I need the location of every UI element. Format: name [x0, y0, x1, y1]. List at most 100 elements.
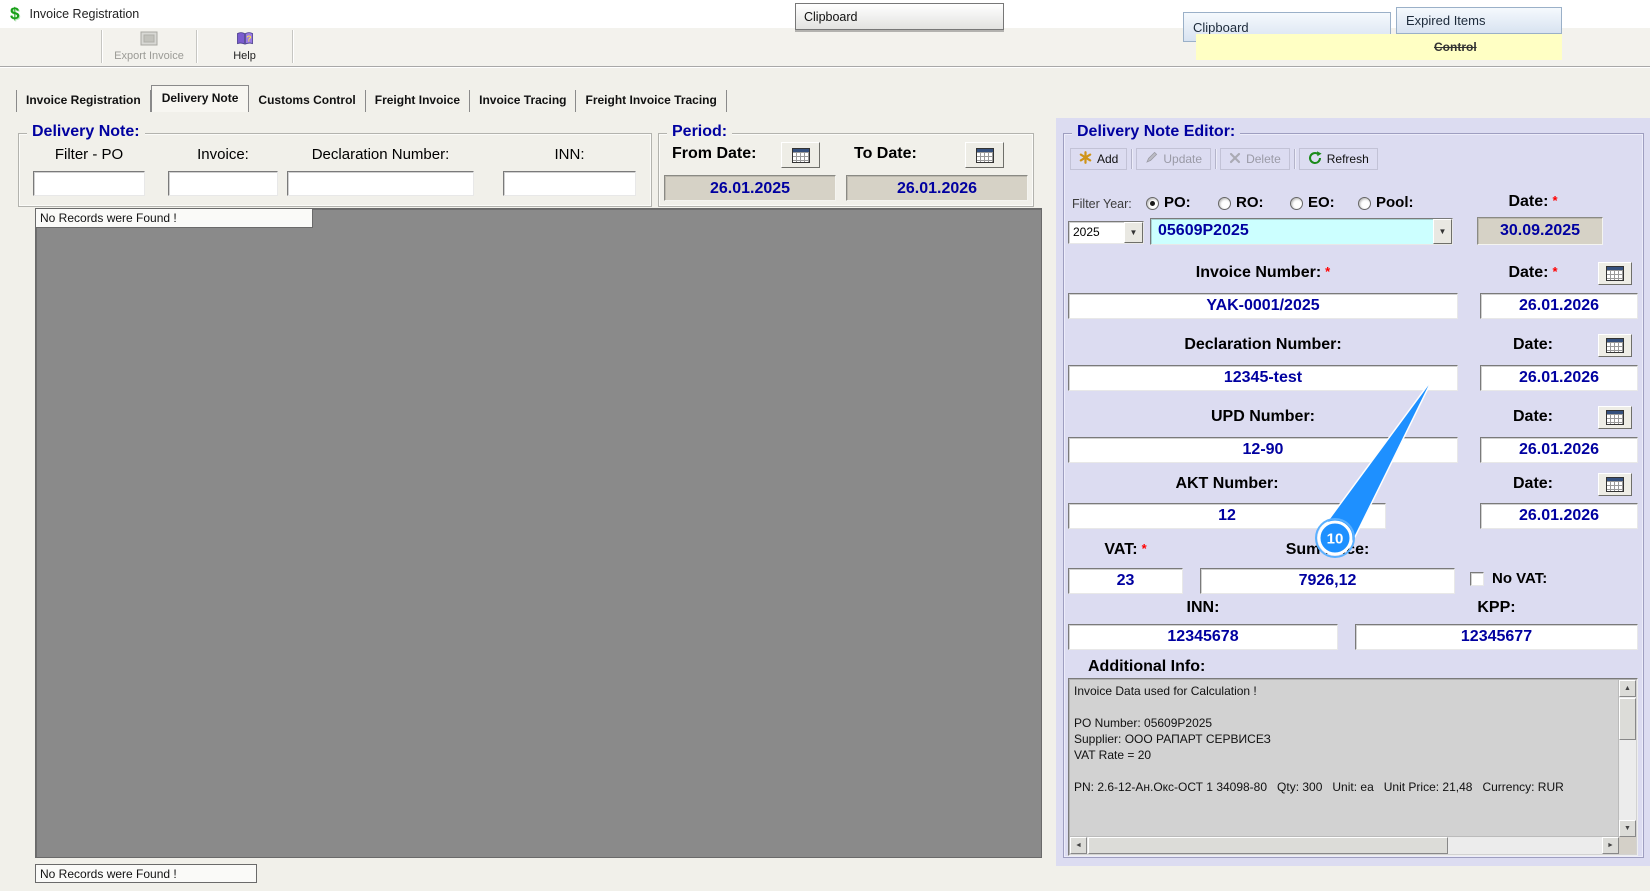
horizontal-scroll-thumb[interactable]: [1088, 837, 1448, 854]
calendar-icon: [975, 147, 994, 163]
declaration-number-input[interactable]: 12345-test: [1068, 365, 1458, 391]
declaration-date-calendar-button[interactable]: [1598, 334, 1632, 357]
year-combo-value: 2025: [1073, 225, 1100, 239]
additional-info-textarea[interactable]: Invoice Data used for Calculation ! PO N…: [1068, 678, 1638, 856]
upd-date-input[interactable]: 26.01.2026: [1480, 437, 1638, 463]
refresh-button[interactable]: Refresh: [1298, 148, 1378, 170]
info-line: Supplier: ООО РАПАРТ СЕРВИСЕЗ: [1074, 732, 1271, 746]
to-date-value[interactable]: 26.01.2026: [846, 175, 1028, 201]
to-date-label: To Date:: [854, 145, 917, 162]
to-date-calendar-button[interactable]: [965, 142, 1004, 168]
delete-x-icon: [1229, 152, 1241, 167]
additional-info-label: Additional Info:: [1088, 658, 1206, 675]
export-invoice-button: Export Invoice: [104, 29, 194, 64]
vat-input[interactable]: 23: [1068, 568, 1183, 594]
invoice-date-calendar-button[interactable]: [1598, 262, 1632, 285]
from-date-calendar-button[interactable]: [781, 142, 820, 168]
po-date-value: 30.09.2025: [1477, 217, 1603, 245]
expired-items-panel[interactable]: Expired Items: [1396, 7, 1562, 34]
refresh-icon: [1308, 150, 1322, 168]
invoice-date-input[interactable]: 26.01.2026: [1480, 293, 1638, 319]
filter-po-input[interactable]: [33, 171, 145, 196]
add-label: Add: [1097, 152, 1119, 166]
additional-info-text: Invoice Data used for Calculation ! PO N…: [1074, 683, 1615, 833]
partial-banner-text: Control: [1434, 40, 1477, 54]
editor-group-title: Delivery Note Editor:: [1072, 123, 1241, 141]
no-vat-checkbox[interactable]: [1470, 572, 1484, 586]
tab-delivery-note[interactable]: Delivery Note: [150, 85, 250, 112]
info-line: [1074, 763, 1615, 779]
scroll-right-button[interactable]: [1602, 837, 1619, 854]
add-icon: [1079, 151, 1092, 167]
window-title: Invoice Registration: [29, 7, 140, 21]
clipboard-popup-top: Clipboard: [795, 3, 1004, 30]
akt-date-calendar-button[interactable]: [1598, 473, 1632, 496]
radio-pool[interactable]: [1358, 197, 1371, 210]
akt-date-input[interactable]: 26.01.2026: [1480, 503, 1638, 529]
radio-po-label: PO:: [1164, 194, 1191, 211]
info-line: VAT Rate = 20: [1074, 748, 1152, 762]
delete-button: Delete: [1220, 148, 1290, 170]
records-grid[interactable]: [35, 208, 1042, 858]
po-combo-arrow-icon[interactable]: [1433, 219, 1452, 244]
radio-pool-label: Pool:: [1376, 194, 1414, 211]
declaration-number-label: Declaration Number:: [1184, 336, 1342, 353]
inn-filter-input[interactable]: [503, 171, 636, 196]
akt-number-label: AKT Number:: [1175, 475, 1279, 492]
year-combo-arrow-icon[interactable]: [1124, 222, 1143, 243]
refresh-label: Refresh: [1326, 152, 1369, 166]
upd-number-input[interactable]: 12-90: [1068, 437, 1458, 463]
vertical-scrollbar[interactable]: [1618, 680, 1636, 837]
from-date-value[interactable]: 26.01.2025: [664, 175, 836, 201]
scroll-left-button[interactable]: [1070, 837, 1087, 854]
year-combo[interactable]: 2025: [1068, 221, 1144, 244]
horizontal-scrollbar[interactable]: [1070, 836, 1619, 854]
export-invoice-icon: [140, 31, 158, 49]
add-button[interactable]: Add: [1070, 148, 1128, 170]
akt-date-label: Date:: [1512, 475, 1553, 492]
editor-toolbar-separator: [1215, 149, 1217, 169]
tab-invoice-tracing[interactable]: Invoice Tracing: [470, 90, 577, 112]
tab-invoice-registration[interactable]: Invoice Registration: [16, 90, 151, 112]
calendar-icon: [1606, 338, 1624, 353]
akt-number-input[interactable]: 12: [1068, 503, 1386, 529]
calendar-icon: [1606, 410, 1624, 425]
invoice-number-label: Invoice Number: *: [1195, 264, 1331, 281]
tab-customs-control[interactable]: Customs Control: [249, 90, 366, 112]
required-marker: *: [1141, 541, 1147, 556]
sum-price-input[interactable]: 7926,12: [1200, 568, 1455, 594]
declaration-filter-input[interactable]: [287, 171, 474, 196]
radio-eo[interactable]: [1290, 197, 1303, 210]
delete-label: Delete: [1246, 152, 1281, 166]
toolbar-separator: [101, 30, 103, 63]
update-label: Update: [1163, 152, 1203, 166]
clipboard-popup-title: Clipboard: [804, 9, 858, 24]
info-line: [1074, 699, 1615, 715]
no-vat-label: No VAT:: [1492, 570, 1548, 587]
radio-eo-label: EO:: [1308, 194, 1335, 211]
help-button[interactable]: ? Help: [199, 29, 290, 64]
declaration-date-label: Date:: [1512, 336, 1553, 353]
required-marker: *: [1552, 264, 1558, 279]
editor-toolbar-separator: [1293, 149, 1295, 169]
upd-date-calendar-button[interactable]: [1598, 406, 1632, 429]
scroll-down-button[interactable]: [1619, 820, 1636, 837]
inn-filter-label: INN:: [554, 146, 585, 163]
radio-po[interactable]: [1146, 197, 1159, 210]
radio-ro[interactable]: [1218, 197, 1231, 210]
svg-text:?: ?: [246, 34, 251, 44]
info-line: Invoice Data used for Calculation !: [1074, 684, 1257, 698]
invoice-filter-input[interactable]: [168, 171, 278, 196]
kpp-input[interactable]: 12345677: [1355, 624, 1638, 650]
declaration-date-input[interactable]: 26.01.2026: [1480, 365, 1638, 391]
filter-year-label: Filter Year:: [1072, 197, 1132, 211]
vertical-scroll-thumb[interactable]: [1619, 698, 1636, 740]
tab-freight-invoice[interactable]: Freight Invoice: [366, 90, 471, 112]
required-marker: *: [1552, 193, 1558, 208]
app-window: Invoice Registration Export Invoice ? He…: [0, 0, 1650, 891]
scroll-up-button[interactable]: [1619, 680, 1636, 697]
po-combo[interactable]: 05609P2025: [1150, 218, 1453, 245]
invoice-number-input[interactable]: YAK-0001/2025: [1068, 293, 1458, 319]
tab-freight-invoice-tracing[interactable]: Freight Invoice Tracing: [576, 90, 727, 112]
inn-input[interactable]: 12345678: [1068, 624, 1338, 650]
